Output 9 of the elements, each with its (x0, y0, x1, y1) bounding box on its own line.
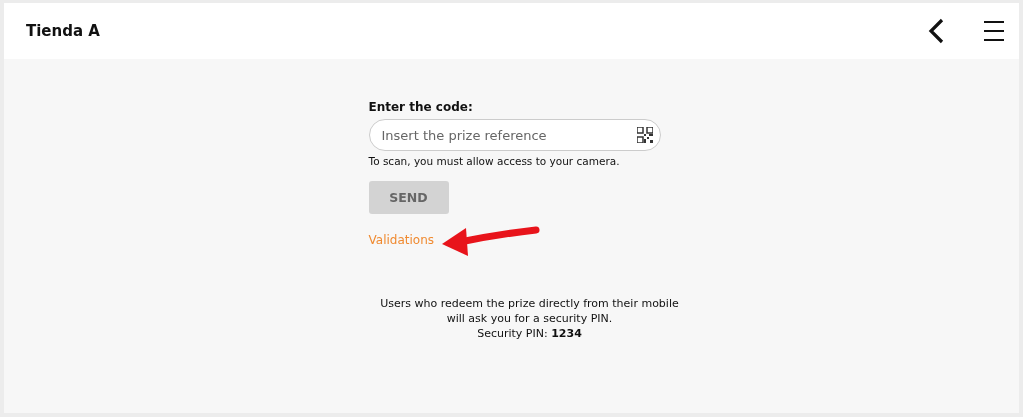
camera-hint: To scan, you must allow access to your camera. (368, 155, 620, 167)
qr-code-icon[interactable] (636, 127, 653, 143)
store-title: Tienda A (26, 22, 100, 40)
code-label: Enter the code: (368, 100, 473, 114)
code-input-field[interactable]: Insert the prize reference (368, 119, 661, 151)
security-pin-notice: Users who redeem the prize directly from their mobile will ask you for a security PIN. Security PIN: 1234 (379, 296, 680, 341)
menu-icon[interactable] (983, 20, 1005, 42)
back-icon[interactable] (927, 18, 945, 44)
validations-link[interactable]: Validations (368, 233, 434, 247)
